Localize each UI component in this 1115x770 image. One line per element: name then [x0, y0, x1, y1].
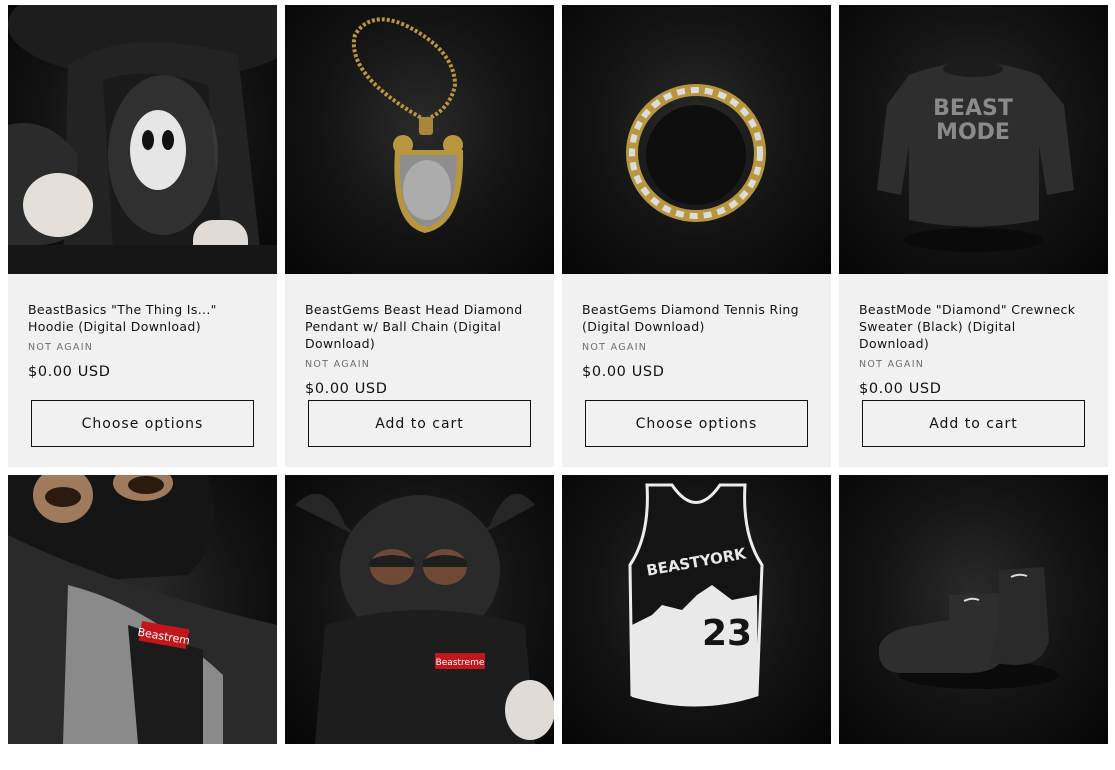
product-card[interactable]: BeastGems Diamond Tennis Ring (Digital D…	[562, 5, 831, 467]
product-vendor: NOT AGAIN	[582, 342, 648, 353]
product-vendor: NOT AGAIN	[859, 359, 925, 370]
sweater-print-line2: MODE	[936, 120, 1010, 145]
product-title[interactable]: BeastMode "Diamond" Crewneck Sweater (Bl…	[859, 301, 1088, 352]
tennis-ring-image[interactable]	[562, 5, 831, 274]
product-card[interactable]: BEASTYORK 23	[562, 475, 831, 744]
add-to-cart-button[interactable]: Add to cart	[862, 400, 1085, 447]
masked-figure-vest-image[interactable]: Beastrem	[8, 475, 277, 744]
product-vendor: NOT AGAIN	[305, 359, 371, 370]
product-grid: BeastBasics "The Thing Is..." Hoodie (Di…	[8, 5, 1108, 744]
product-title[interactable]: BeastGems Diamond Tennis Ring (Digital D…	[582, 301, 811, 335]
jersey-number: 23	[702, 613, 752, 654]
add-to-cart-button[interactable]: Add to cart	[308, 400, 531, 447]
product-card[interactable]: Beastreme	[285, 475, 554, 744]
sweater-print-line1: BEAST	[933, 96, 1013, 121]
product-title[interactable]: BeastGems Beast Head Diamond Pendant w/ …	[305, 301, 534, 352]
crewneck-sweater-image[interactable]: BEAST MODE	[839, 5, 1108, 274]
product-title[interactable]: BeastBasics "The Thing Is..." Hoodie (Di…	[28, 301, 257, 335]
product-price: $0.00 USD	[305, 381, 388, 397]
product-info: BeastGems Diamond Tennis Ring (Digital D…	[562, 274, 831, 467]
box-logo-text: Beastreme	[436, 658, 485, 668]
product-price: $0.00 USD	[582, 364, 665, 380]
horned-figure-image[interactable]: Beastreme	[285, 475, 554, 744]
hoodie-figure-image[interactable]	[8, 5, 277, 274]
product-info: BeastMode "Diamond" Crewneck Sweater (Bl…	[839, 274, 1108, 467]
product-price: $0.00 USD	[859, 381, 942, 397]
product-card[interactable]: BeastGems Beast Head Diamond Pendant w/ …	[285, 5, 554, 467]
product-vendor: NOT AGAIN	[28, 342, 94, 353]
diamond-pendant-image[interactable]	[285, 5, 554, 274]
product-price: $0.00 USD	[28, 364, 111, 380]
choose-options-button[interactable]: Choose options	[31, 400, 254, 447]
product-card[interactable]: BEAST MODE BeastMode "Diamond" Crewneck …	[839, 5, 1108, 467]
socks-image[interactable]	[839, 475, 1108, 744]
product-info: BeastGems Beast Head Diamond Pendant w/ …	[285, 274, 554, 467]
product-card[interactable]: Beastrem	[8, 475, 277, 744]
basketball-jersey-image[interactable]: BEASTYORK 23	[562, 475, 831, 744]
product-card[interactable]	[839, 475, 1108, 744]
choose-options-button[interactable]: Choose options	[585, 400, 808, 447]
product-info: BeastBasics "The Thing Is..." Hoodie (Di…	[8, 274, 277, 467]
product-card[interactable]: BeastBasics "The Thing Is..." Hoodie (Di…	[8, 5, 277, 467]
